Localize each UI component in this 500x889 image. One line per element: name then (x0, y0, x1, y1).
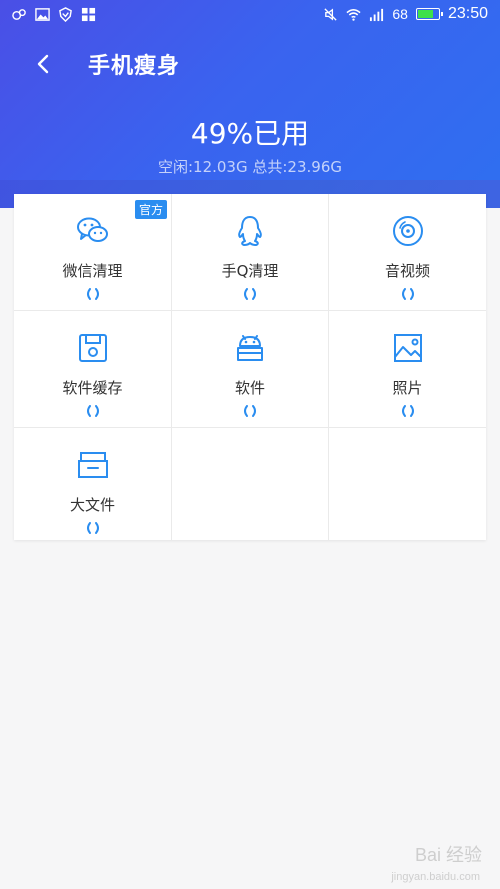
battery-fill (417, 10, 433, 18)
disc-icon (392, 216, 423, 246)
photos-label: 照片 (392, 379, 423, 397)
loading-spinner-icon (401, 288, 414, 300)
wechat-icon (76, 217, 108, 242)
photos-item[interactable]: 照片 (329, 311, 486, 428)
save-icon (78, 334, 107, 362)
audio-video-item[interactable]: 音视频 (329, 194, 486, 311)
qq-clean-item[interactable]: 手Q清理 (172, 194, 329, 311)
battery-level: 68 (392, 6, 408, 22)
app-icon (12, 9, 26, 20)
watermark-logo: Bai 经验 (414, 845, 482, 865)
cleanup-grid: 官方 微信清理 手Q清理 音视频 软件缓存 软件 照片 大文件 (14, 194, 486, 540)
signal-icon (370, 8, 384, 21)
usage-percent: 49%已用 (190, 117, 310, 150)
empty-cell (172, 428, 329, 540)
large-files-label: 大文件 (69, 496, 115, 514)
loading-spinner-icon (86, 405, 99, 417)
wechat-clean-item[interactable]: 官方 微信清理 (14, 194, 172, 311)
grid-icon (81, 7, 96, 22)
status-bar: 68 23:50 (0, 0, 500, 30)
qq-clean-label: 手Q清理 (221, 262, 279, 280)
photo-icon (393, 334, 422, 362)
page-title: 手机瘦身 (88, 54, 181, 79)
loading-spinner-icon (86, 522, 99, 534)
large-files-item[interactable]: 大文件 (14, 428, 172, 540)
empty-cell (329, 428, 486, 540)
loading-spinner-icon (86, 288, 99, 300)
apps-label: 软件 (234, 379, 265, 397)
loading-spinner-icon (244, 288, 256, 300)
qq-icon (238, 216, 262, 246)
image-icon (35, 8, 50, 21)
apps-item[interactable]: 软件 (172, 311, 329, 428)
status-bar-left (12, 7, 96, 22)
android-icon (237, 335, 263, 361)
mute-icon (324, 7, 337, 21)
loading-spinner-icon (244, 405, 256, 417)
status-time: 23:50 (447, 5, 488, 22)
wifi-icon (346, 8, 361, 21)
loading-spinner-icon (401, 405, 414, 417)
official-badge: 官方 (134, 200, 167, 219)
status-bar-right: 68 23:50 (323, 5, 488, 23)
app-cache-label: 软件缓存 (62, 379, 123, 397)
app-cache-item[interactable]: 软件缓存 (14, 311, 172, 428)
battery-icon (415, 8, 443, 20)
audio-video-label: 音视频 (384, 262, 430, 280)
wechat-clean-label: 微信清理 (62, 262, 123, 280)
shield-icon (59, 7, 72, 22)
storage-info: 空闲:12.03G 总共:23.96G (157, 158, 342, 176)
archive-icon (77, 452, 108, 478)
watermark-url: jingyan.baidu.com (391, 871, 480, 883)
back-button[interactable] (28, 48, 60, 80)
